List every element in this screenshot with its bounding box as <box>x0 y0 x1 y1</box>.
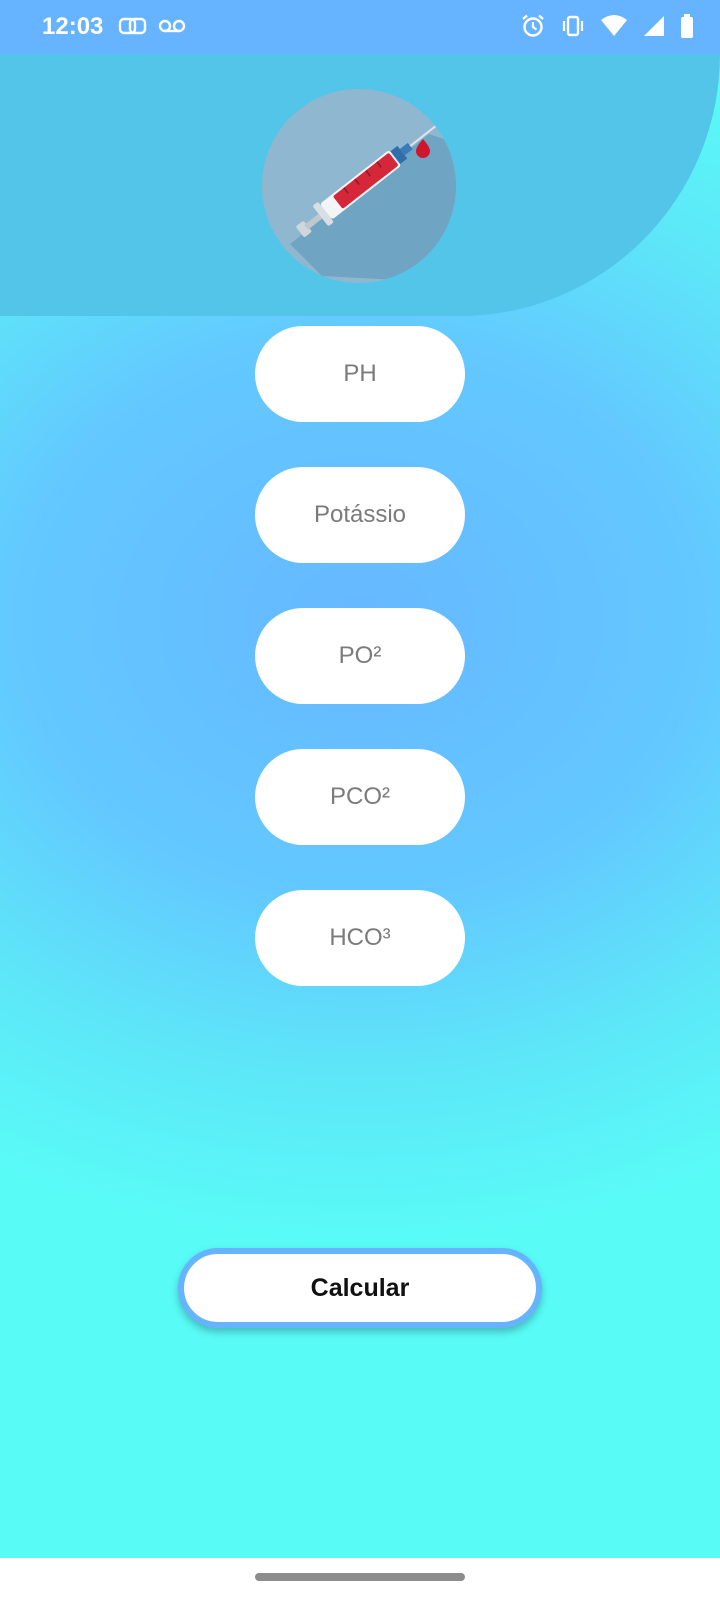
status-bar: 12:03 <box>0 0 720 54</box>
pco2-input[interactable]: PCO² <box>255 749 465 845</box>
signal-icon <box>642 14 666 43</box>
hco3-input[interactable]: HCO³ <box>255 890 465 986</box>
potassio-input[interactable]: Potássio <box>255 467 465 563</box>
wifi-icon <box>600 14 628 43</box>
po2-input[interactable]: PO² <box>255 608 465 704</box>
voicemail-icon <box>158 14 186 43</box>
status-time: 12:03 <box>42 13 104 40</box>
syringe-icon <box>290 124 456 283</box>
status-icons-left <box>118 14 186 43</box>
dual-sim-icon <box>118 14 148 43</box>
alarm-icon <box>520 13 546 44</box>
syringe-logo <box>262 89 456 283</box>
calculate-button[interactable]: Calcular <box>178 1248 542 1328</box>
ph-input[interactable]: PH <box>255 326 465 422</box>
vibrate-icon <box>560 13 586 44</box>
home-gesture-handle[interactable] <box>255 1573 465 1581</box>
battery-icon <box>680 13 694 44</box>
status-icons-right <box>520 13 694 44</box>
